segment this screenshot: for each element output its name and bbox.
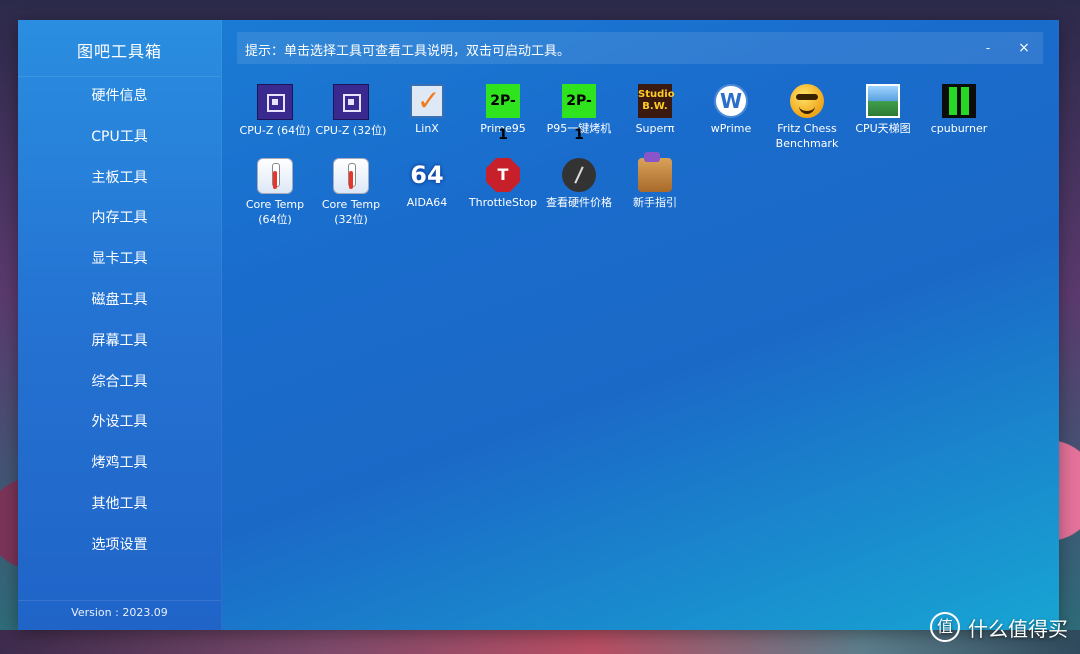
tool-label: Superπ [635,122,675,135]
tool-item-hardware-price[interactable]: 查看硬件价格 [541,154,617,210]
tool-item-cpuz-32[interactable]: CPU-Z (32位) [313,80,389,138]
tool-label: Core Temp (32位) [321,198,381,226]
version-divider [18,600,221,601]
prime95-icon: 2P-1 [486,84,520,143]
watermark-text: 什么值得买 [968,616,1068,641]
tool-item-wprime[interactable]: W wPrime [693,80,769,136]
sidebar-item-gpu-tools[interactable]: 显卡工具 [18,239,221,280]
sidebar-item-hardware-info[interactable]: 硬件信息 [18,76,221,117]
sidebar-item-stress-tools[interactable]: 烤鸡工具 [18,443,221,484]
tool-label: cpuburner [930,122,988,135]
desktop-wallpaper-strip [0,630,1080,654]
tool-item-superpi[interactable]: Studio B.W. Superπ [617,80,693,136]
sidebar-item-general-tools[interactable]: 综合工具 [18,362,221,403]
tool-label: CPU-Z (32位) [315,124,387,137]
tool-label: LinX [415,122,439,135]
tool-item-beginner-guide[interactable]: 新手指引 [617,152,693,210]
cpuz-icon [333,84,369,120]
linx-icon [410,84,444,118]
tool-item-cpuburner[interactable]: cpuburner [921,80,997,136]
price-dial-icon [562,158,596,192]
sidebar-item-disk-tools[interactable]: 磁盘工具 [18,280,221,321]
sidebar: 图吧工具箱 硬件信息 CPU工具 主板工具 内存工具 显卡工具 磁盘工具 屏幕工… [18,20,222,630]
hint-bar: 提示：单击选择工具可查看工具说明，双击可启动工具。 - × [237,32,1043,64]
sidebar-item-cpu-tools[interactable]: CPU工具 [18,117,221,158]
tool-label: Fritz Chess Benchmark [775,122,839,150]
minimize-button[interactable]: - [977,38,999,58]
tool-item-prime95[interactable]: 2P-1 Prime95 [465,80,541,143]
tool-item-linx[interactable]: LinX [389,80,465,136]
tool-item-aida64[interactable]: 64 AIDA64 [389,154,465,210]
tool-item-throttlestop[interactable]: T ThrottleStop [465,154,541,210]
tool-label: AIDA64 [406,196,448,209]
tool-item-cpuz-64[interactable]: CPU-Z (64位) [237,80,313,138]
tool-item-fritz-chess[interactable]: Fritz Chess Benchmark [769,80,845,151]
hint-text: 提示：单击选择工具可查看工具说明，双击可启动工具。 [245,44,571,59]
prime95-icon: 2P-1 [562,84,596,143]
sidebar-item-memory-tools[interactable]: 内存工具 [18,198,221,239]
close-button[interactable]: × [1013,38,1035,58]
cpuburner-icon [942,84,976,118]
sidebar-nav: 硬件信息 CPU工具 主板工具 内存工具 显卡工具 磁盘工具 屏幕工具 综合工具… [18,76,221,566]
tool-item-coretemp-64[interactable]: Core Temp (64位) [237,154,313,227]
wprime-icon: W [714,84,748,118]
watermark-logo-icon: 值 [930,612,960,642]
tool-label: CPU天梯图 [855,122,911,135]
toolbox-window: 图吧工具箱 硬件信息 CPU工具 主板工具 内存工具 显卡工具 磁盘工具 屏幕工… [18,20,1059,630]
superpi-icon: Studio B.W. [638,84,675,118]
watermark: 值 什么值得买 [930,612,1068,642]
landscape-picture-icon [866,84,900,118]
sidebar-item-motherboard-tools[interactable]: 主板工具 [18,158,221,199]
tool-label: 新手指引 [633,196,677,209]
aida64-icon: 64 [410,161,444,189]
tool-label: ThrottleStop [468,196,538,209]
cpuz-icon [257,84,293,120]
guide-box-icon [638,152,672,192]
tool-item-coretemp-32[interactable]: Core Temp (32位) [313,154,389,227]
fritz-face-icon [790,84,824,118]
tool-label: wPrime [710,122,752,135]
sidebar-item-settings[interactable]: 选项设置 [18,525,221,566]
sidebar-item-other-tools[interactable]: 其他工具 [18,484,221,525]
thermometer-icon [333,158,369,194]
sidebar-item-peripheral-tools[interactable]: 外设工具 [18,402,221,443]
app-title: 图吧工具箱 [76,42,162,61]
tool-item-cpu-ladder[interactable]: CPU天梯图 [845,80,921,136]
stop-sign-icon: T [486,158,520,192]
tool-label: CPU-Z (64位) [239,124,311,137]
version-label: Version : 2023.09 [71,606,168,619]
thermometer-icon [257,158,293,194]
tool-label: Core Temp (64位) [245,198,305,226]
tool-label: 查看硬件价格 [546,196,612,209]
tool-item-p95-oneclick[interactable]: 2P-1 P95一键烤机 [541,80,617,143]
sidebar-item-screen-tools[interactable]: 屏幕工具 [18,321,221,362]
